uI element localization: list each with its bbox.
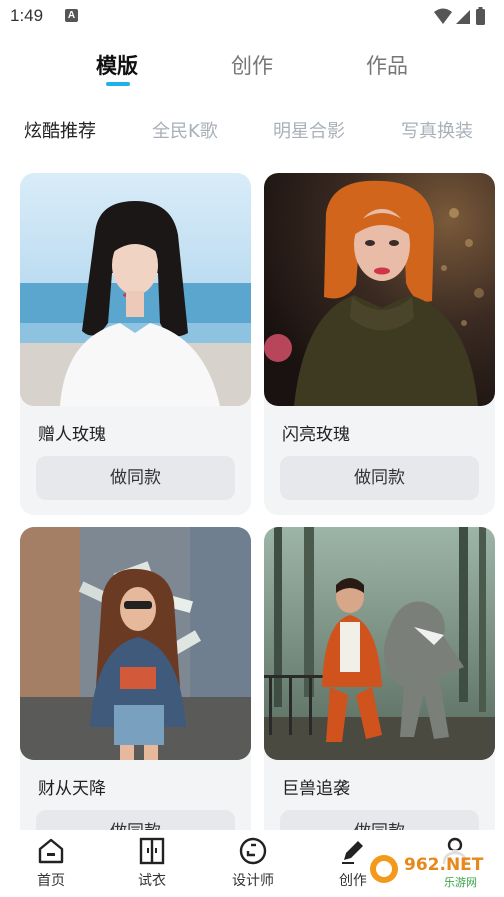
nav-designer[interactable]: 设计师 (218, 836, 288, 894)
template-image-money-rain (20, 527, 251, 760)
category-tabs: 炫酷推荐 全民K歌 明星合影 写真换装 (0, 117, 504, 147)
wifi-icon (434, 8, 452, 24)
make-same-button[interactable]: 做同款 (280, 456, 479, 500)
category-tab-star-photo[interactable]: 明星合影 (273, 117, 345, 143)
template-card[interactable]: 赠人玫瑰 做同款 (20, 173, 251, 515)
template-card[interactable]: 闪亮玫瑰 做同款 (264, 173, 495, 515)
nav-tryon[interactable]: 试衣 (117, 836, 187, 894)
template-title: 财从天降 (38, 779, 106, 799)
template-title: 闪亮玫瑰 (282, 425, 350, 445)
nav-label-home: 首页 (37, 873, 65, 889)
nav-home[interactable]: 首页 (16, 836, 86, 894)
template-image-dinosaur-chase (264, 527, 495, 760)
top-tabs: 模版 创作 作品 (0, 46, 504, 96)
battery-icon (476, 9, 485, 25)
make-same-button[interactable]: 做同款 (36, 456, 235, 500)
designer-icon (239, 837, 267, 865)
notification-icon: A (65, 9, 78, 22)
category-tab-karaoke[interactable]: 全民K歌 (152, 117, 218, 143)
template-image-beach-woman (20, 173, 251, 406)
watermark-text: 962.NET (404, 855, 484, 875)
template-title: 赠人玫瑰 (38, 425, 106, 445)
home-icon (38, 838, 64, 864)
template-image-redhead-woman (264, 173, 495, 406)
status-time: 1:49 (10, 6, 44, 25)
tab-works[interactable]: 作品 (366, 50, 408, 80)
template-card[interactable]: 财从天降 做同款 (20, 527, 251, 869)
category-tab-portrait[interactable]: 写真换装 (401, 117, 473, 143)
wardrobe-icon (139, 837, 165, 865)
template-card[interactable]: 巨兽追袭 做同款 (264, 527, 495, 869)
status-icons (434, 7, 485, 25)
category-tab-recommend[interactable]: 炫酷推荐 (24, 117, 96, 143)
watermark-subtext: 乐游网 (444, 876, 477, 889)
watermark-logo: 962.NET 乐游网 (366, 850, 498, 889)
template-title: 巨兽追袭 (282, 779, 350, 799)
nav-label-tryon: 试衣 (138, 873, 166, 889)
tab-templates[interactable]: 模版 (96, 50, 138, 80)
nav-label-designer: 设计师 (232, 873, 274, 889)
signal-icon (456, 10, 470, 24)
status-bar: 1:49 A (0, 0, 504, 34)
tab-create[interactable]: 创作 (231, 50, 273, 80)
pen-icon (342, 841, 363, 864)
tab-indicator (106, 82, 130, 86)
